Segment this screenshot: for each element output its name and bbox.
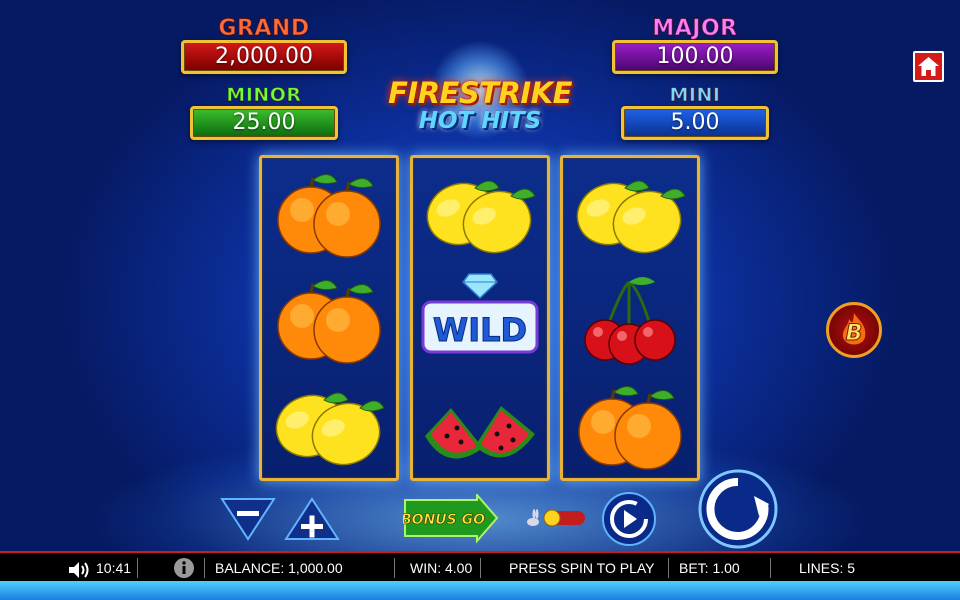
wild-text: WILD xyxy=(433,311,527,349)
reel-1 xyxy=(259,155,399,481)
grand-jackpot-label: GRAND xyxy=(218,16,310,42)
flame-b-icon: B xyxy=(842,313,866,347)
cherries-icon xyxy=(584,277,676,365)
lines-display: LINES: 5 xyxy=(799,560,856,576)
symbol-lemons xyxy=(567,162,693,266)
oranges-icon xyxy=(578,386,682,470)
status-separator xyxy=(204,558,205,578)
bonus-badge-text: B xyxy=(846,321,863,346)
status-separator xyxy=(668,558,669,578)
bet-decrease-button[interactable] xyxy=(220,497,276,541)
rabbit-icon xyxy=(527,509,539,526)
oranges-icon xyxy=(277,174,381,258)
lemons-icon xyxy=(426,180,536,254)
balance-display: BALANCE: 1,000.00 xyxy=(215,560,343,576)
home-icon xyxy=(918,57,939,76)
symbol-cherries xyxy=(567,268,693,372)
minor-jackpot-value: 25.00 xyxy=(190,106,338,140)
symbol-oranges xyxy=(266,162,392,266)
sound-button[interactable] xyxy=(68,559,90,578)
win-display: WIN: 4.00 xyxy=(410,560,473,576)
mini-jackpot-label: MINI xyxy=(669,84,721,107)
bottom-glow-strip xyxy=(0,581,960,600)
bonus-go-arrow-icon: BONUS GO xyxy=(401,492,499,544)
lemons-icon xyxy=(275,392,385,466)
plus-icon xyxy=(284,497,340,540)
oranges-icon xyxy=(277,280,381,364)
mini-jackpot-value: 5.00 xyxy=(621,106,769,140)
spin-icon xyxy=(698,469,778,549)
symbol-oranges xyxy=(567,374,693,478)
major-jackpot-value: 100.00 xyxy=(612,40,778,74)
status-message: PRESS SPIN TO PLAY xyxy=(509,560,655,576)
turbo-toggle[interactable] xyxy=(521,505,589,531)
status-separator xyxy=(137,558,138,578)
grand-jackpot-value: 2,000.00 xyxy=(181,40,347,74)
reel-3 xyxy=(560,155,700,481)
symbol-lemons xyxy=(266,374,392,478)
minus-icon xyxy=(220,498,276,541)
bet-display: BET: 1.00 xyxy=(679,560,740,576)
speaker-icon xyxy=(69,562,89,578)
major-jackpot-label: MAJOR xyxy=(652,16,738,42)
symbol-lemons xyxy=(417,162,543,266)
spin-button[interactable] xyxy=(697,468,779,550)
minor-jackpot-label: MINOR xyxy=(226,84,302,107)
clock: 10:41 xyxy=(96,560,132,576)
logo-title-hothits: HOT HITS xyxy=(418,108,542,134)
home-button[interactable] xyxy=(913,51,944,82)
symbol-wild: WILD xyxy=(417,268,543,372)
turbo-toggle-graphic xyxy=(527,509,585,527)
bonus-go-button[interactable]: BONUS GO xyxy=(401,492,499,544)
logo-title-firestrike: FIRESTRIKE xyxy=(388,76,572,110)
status-separator xyxy=(394,558,395,578)
watermelon-icon xyxy=(425,406,535,459)
status-bar: 10:41 BALANCE: 1,000.00 WIN: 4.00 PRESS … xyxy=(0,551,960,581)
bonus-go-label: BONUS GO xyxy=(403,512,485,528)
symbol-watermelon xyxy=(417,374,543,478)
game-logo: FIRESTRIKE HOT HITS xyxy=(368,40,592,150)
bet-increase-button[interactable] xyxy=(284,497,340,541)
status-separator xyxy=(480,558,481,578)
symbol-oranges xyxy=(266,268,392,372)
autoplay-button[interactable] xyxy=(600,490,658,548)
reel-2: WILD xyxy=(410,155,550,481)
info-icon xyxy=(174,558,194,578)
wild-icon: WILD xyxy=(421,273,539,354)
bonus-b-button[interactable]: B xyxy=(826,302,882,358)
autoplay-icon xyxy=(602,492,656,546)
info-button[interactable] xyxy=(173,557,195,579)
status-separator xyxy=(770,558,771,578)
lemons-icon xyxy=(576,180,686,254)
